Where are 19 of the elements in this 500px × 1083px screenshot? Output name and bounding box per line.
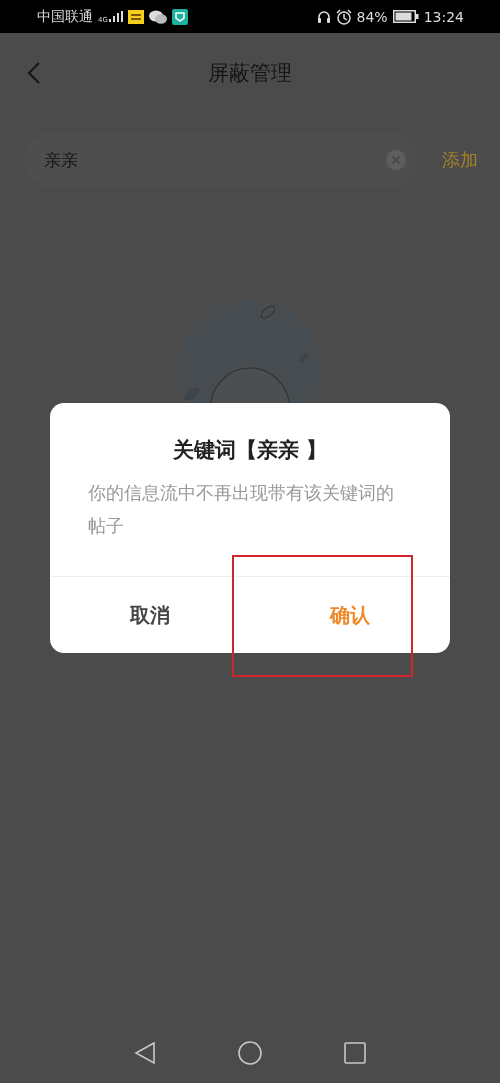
shield-icon (171, 8, 188, 25)
confirm-button[interactable]: 确认 (250, 577, 450, 653)
signal-icon (108, 11, 123, 22)
dialog-message: 你的信息流中不再出现带有该关键词的帖子 (87, 481, 395, 538)
clock-time: 13:24 (423, 8, 464, 25)
back-nav-icon[interactable] (134, 1041, 156, 1065)
battery-icon (392, 10, 419, 23)
back-icon[interactable] (27, 62, 41, 84)
carrier-name: 中国联通 (37, 7, 93, 26)
alarm-icon (335, 8, 352, 25)
home-nav-icon[interactable] (238, 1041, 262, 1065)
dialog-title: 关键词【亲亲 】 (171, 437, 329, 464)
add-button[interactable]: 添加 (442, 148, 478, 172)
app-notification-icon (127, 9, 144, 24)
cancel-button[interactable]: 取消 (50, 577, 250, 653)
recents-nav-icon[interactable] (344, 1042, 366, 1064)
battery-percent: 84% (356, 8, 388, 25)
headphones-icon (316, 9, 331, 24)
chat-icon (148, 9, 167, 24)
